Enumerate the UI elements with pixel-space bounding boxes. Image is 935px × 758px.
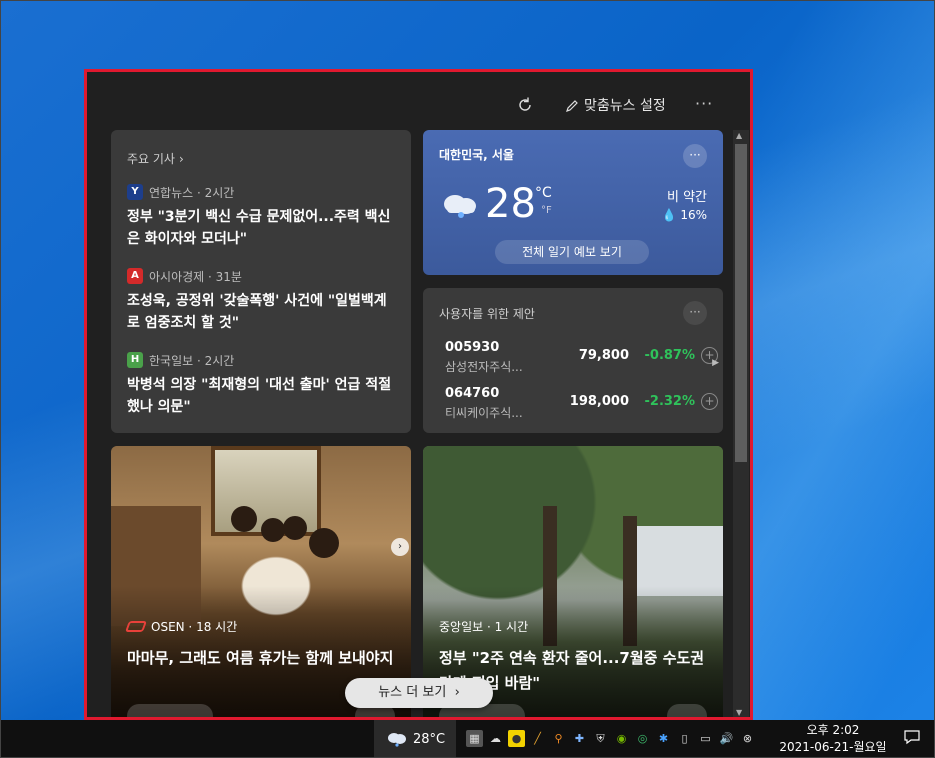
kakaotalk-icon[interactable]: ● (508, 730, 525, 747)
next-image-button[interactable]: › (391, 538, 409, 556)
story-source: H 한국일보 · 2시간 (127, 352, 399, 368)
scroll-up-icon[interactable]: ▲ (736, 131, 742, 140)
add-stock-icon[interactable]: + (701, 393, 718, 410)
precipitation-value: 16% (680, 208, 707, 222)
stock-code: 064760 (445, 386, 500, 401)
fahrenheit-toggle[interactable]: °F (541, 205, 552, 216)
volume-icon[interactable]: 🔊 (718, 730, 735, 747)
stock-code: 005930 (445, 340, 500, 355)
stock-row[interactable]: 005930 삼성전자주식... 79,800 -0.87% + (445, 340, 718, 380)
story-headline: 정부 "3분기 백신 수급 문제없어...주력 백신은 화이자와 모더나" (127, 209, 391, 247)
full-forecast-button[interactable]: 전체 일기 예보 보기 (495, 240, 649, 264)
usb-icon[interactable]: ▯ (676, 730, 693, 747)
chevron-right-icon: › (450, 685, 460, 700)
notification-icon[interactable] (902, 728, 922, 748)
refresh-icon (519, 97, 531, 111)
weather-location: 대한민국, 서울 (439, 148, 514, 162)
app-tray-icon[interactable]: ▦ (466, 730, 483, 747)
taskbar-clock[interactable]: 오후 2:02 2021-06-21-월요일 (778, 722, 888, 756)
app-tray-icon[interactable]: ╱ (529, 730, 546, 747)
cloud-rain-icon (444, 195, 476, 218)
osen-logo-icon (124, 621, 148, 632)
photo-source-text: OSEN · 18 시간 (151, 620, 238, 634)
photo-source-text: 중앙일보 · 1 시간 (439, 620, 529, 634)
stock-suggestions-card: 사용자를 위한 제안 ··· 005930 삼성전자주식... 79,800 -… (423, 288, 723, 433)
asiae-logo-icon: A (127, 268, 143, 284)
photo-source: 중앙일보 · 1 시간 (439, 618, 528, 635)
weather-precipitation: 💧 16% (662, 208, 707, 222)
see-more-label: 뉴스 더 보기 (378, 685, 447, 700)
photo-source: OSEN · 18 시간 (124, 618, 238, 635)
weather-temperature: 28 (485, 181, 536, 227)
security-icon[interactable]: ⛨ (592, 730, 609, 747)
weather-more-button[interactable]: ··· (683, 144, 707, 168)
stock-price: 198,000 (569, 394, 629, 409)
stock-name: 티씨케이주식... (445, 406, 523, 420)
refresh-button[interactable] (515, 96, 535, 116)
clock-date: 2021-06-21-월요일 (779, 740, 887, 754)
story-item[interactable]: Y 연합뉴스 · 2시간 정부 "3분기 백신 수급 문제없어...주력 백신은… (127, 184, 399, 250)
stock-name: 삼성전자주식... (445, 360, 523, 374)
taskbar-weather-button[interactable]: 28°C (374, 720, 456, 758)
close-icon[interactable]: ⊗ (739, 730, 756, 747)
onedrive-icon[interactable]: ☁ (487, 730, 504, 747)
chevron-right-icon: › (178, 152, 184, 166)
stock-price: 79,800 (578, 348, 629, 363)
story-source: Y 연합뉴스 · 2시간 (127, 184, 399, 200)
chevron-right-icon[interactable]: ▶ (712, 358, 719, 368)
hankook-logo-icon: H (127, 352, 143, 368)
app-tray-icon[interactable]: ◎ (634, 730, 651, 747)
story-headline: 조성욱, 공정위 '갖술폭행' 사건에 "일벌백계로 엄중조치 할 것" (127, 293, 387, 331)
nvidia-icon[interactable]: ◉ (613, 730, 630, 747)
scroll-down-icon[interactable]: ▼ (736, 708, 742, 717)
story-item[interactable]: H 한국일보 · 2시간 박병석 의장 "최재형의 '대선 출마' 언급 적절했… (127, 352, 399, 418)
reaction-button[interactable] (127, 704, 213, 717)
personalize-news-button[interactable]: 맞춤뉴스 설정 (565, 96, 666, 116)
taskbar: 28°C ▦ ☁ ● ╱ ⚲ ✚ ⛨ ◉ ◎ ✱ ▯ ▭ 🔊 ⊗ 오후 2:02… (0, 720, 935, 758)
photo-headline: 마마무, 그래도 여름 휴가는 함께 보내야지 (127, 649, 394, 667)
clock-time: 오후 2:02 (806, 723, 860, 737)
panel-more-button[interactable]: ··· (695, 94, 713, 113)
raindrop-icon: 💧 (661, 208, 677, 222)
weather-condition: 비 약간 (666, 190, 707, 205)
story-source-text: 아시아경제 · 31분 (149, 269, 242, 284)
top-stories-title: 주요 기사 (127, 152, 175, 166)
top-stories-header[interactable]: 주요 기사 › (127, 150, 184, 167)
taskbar-weather-temp: 28°C (412, 731, 446, 747)
weather-card[interactable]: 대한민국, 서울 ··· 28 °C °F 비 약간 💧 16% 전체 일기 예… (423, 130, 723, 275)
network-app-icon[interactable]: ✚ (571, 730, 588, 747)
news-and-interests-panel: 맞춤뉴스 설정 ··· 주요 기사 › Y 연합뉴스 · 2시간 정부 "3분기 … (84, 69, 753, 720)
network-icon[interactable]: ▭ (697, 730, 714, 747)
bluetooth-icon[interactable]: ✱ (655, 730, 672, 747)
story-source-text: 연합뉴스 · 2시간 (149, 185, 235, 200)
see-more-news-button[interactable]: 뉴스 더 보기 › (345, 678, 493, 708)
stocks-more-button[interactable]: ··· (683, 301, 707, 325)
stocks-title: 사용자를 위한 제안 (439, 307, 535, 321)
scrollbar-thumb[interactable] (735, 144, 747, 462)
cloud-rain-icon (387, 733, 406, 747)
pencil-icon (566, 100, 578, 112)
story-item[interactable]: A 아시아경제 · 31분 조성욱, 공정위 '갖술폭행' 사건에 "일벌백계로… (127, 268, 399, 334)
stock-row[interactable]: 064760 티씨케이주식... 198,000 -2.32% + (445, 386, 718, 426)
personalize-label: 맞춤뉴스 설정 (584, 98, 666, 114)
search-tool-icon[interactable]: ⚲ (550, 730, 567, 747)
system-tray: ▦ ☁ ● ╱ ⚲ ✚ ⛨ ◉ ◎ ✱ ▯ ▭ 🔊 ⊗ (466, 730, 756, 747)
story-source: A 아시아경제 · 31분 (127, 268, 399, 284)
stock-change: -2.32% (644, 394, 696, 409)
panel-header: 맞춤뉴스 설정 ··· (87, 72, 750, 124)
story-headline: 박병석 의장 "최재형의 '대선 출마' 언급 적절했나 의문" (127, 377, 392, 415)
top-stories-card: 주요 기사 › Y 연합뉴스 · 2시간 정부 "3분기 백신 수급 문제없어..… (111, 130, 411, 433)
chat-bubble-icon (904, 730, 920, 745)
stock-change: -0.87% (644, 348, 696, 363)
story-source-text: 한국일보 · 2시간 (149, 353, 235, 368)
celsius-toggle[interactable]: °C (535, 185, 552, 201)
save-button[interactable] (667, 704, 707, 717)
yonhap-logo-icon: Y (127, 184, 143, 200)
